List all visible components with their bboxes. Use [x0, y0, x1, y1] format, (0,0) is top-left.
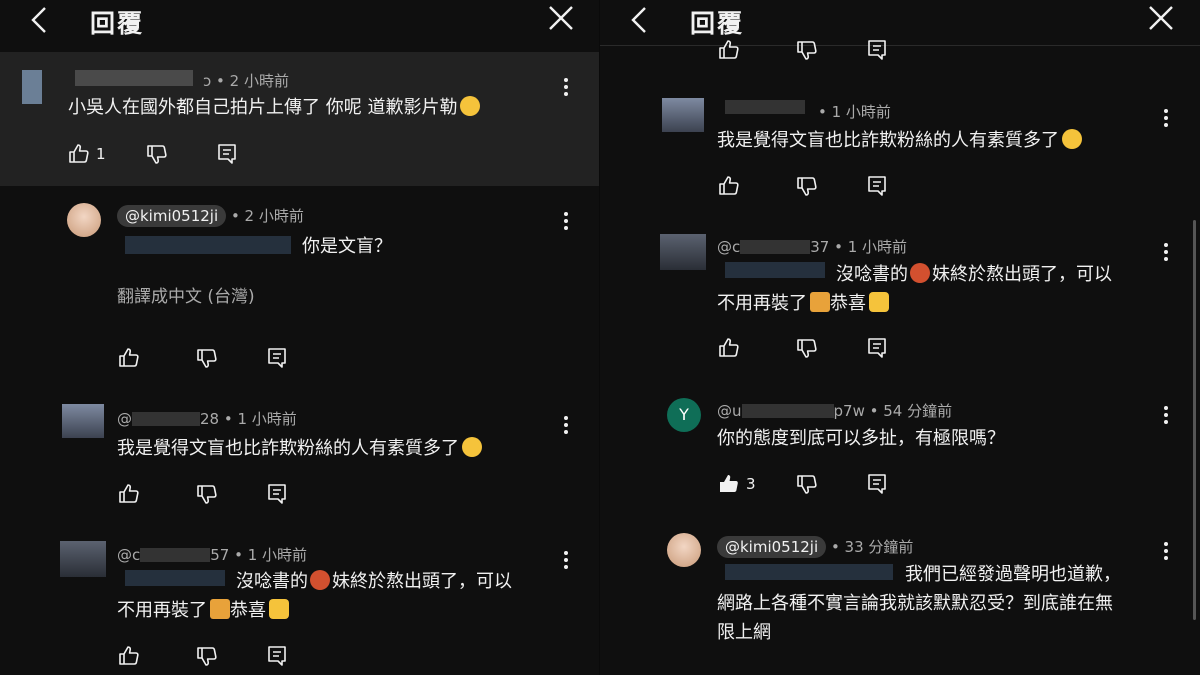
like-icon[interactable] — [117, 644, 141, 668]
comment-meta: @c 37 • 1 小時前 — [717, 238, 908, 256]
right-panel: 回覆 • 1 小時前 我是覺得文盲也比詐欺粉絲的人有素質多了 @c 37 • 1 … — [600, 0, 1200, 675]
more-options-icon[interactable] — [563, 211, 569, 231]
author-handle[interactable]: @kimi0512ji — [117, 205, 227, 227]
scrollbar[interactable] — [1193, 220, 1196, 620]
raising-hands-emoji-icon — [869, 292, 889, 312]
like-filled-icon[interactable] — [717, 472, 741, 496]
more-options-icon[interactable] — [563, 415, 569, 435]
like-icon[interactable] — [717, 336, 741, 360]
close-icon[interactable] — [547, 4, 575, 32]
reply-icon[interactable] — [865, 336, 889, 360]
dislike-icon[interactable] — [795, 174, 819, 198]
comment-text: 你是文盲？ — [302, 236, 392, 257]
comment-text-line3: 限上網 — [717, 622, 771, 643]
avatar — [667, 533, 701, 567]
dislike-icon[interactable] — [145, 142, 169, 166]
like-count: 3 — [746, 475, 756, 493]
header-title: 回覆 — [90, 9, 145, 38]
avatar — [62, 404, 104, 438]
party-popper-emoji-icon — [210, 599, 230, 619]
comment-text-line2: 不用再裝了 恭喜 — [117, 596, 289, 625]
like-icon[interactable] — [717, 38, 741, 62]
reply-icon[interactable] — [265, 482, 289, 506]
like-icon[interactable] — [117, 346, 141, 370]
comment-text-line2: 網路上各種不實言論我就該默默忍受？到底誰在無 — [717, 593, 1113, 614]
redacted-mention — [125, 570, 225, 586]
comment-meta: @kimi0512ji • 2 小時前 — [117, 205, 304, 227]
redacted-mention — [125, 236, 291, 254]
replies-header: 回覆 — [0, 0, 600, 48]
comment-text-line2: 不用再裝了 恭喜 — [717, 289, 889, 318]
left-panel: 回覆 ɔ • 2 小時前 小吳人在國外都自己拍片上傳了 你呢 道歉影片勒 1 @… — [0, 0, 600, 675]
reply-icon[interactable] — [265, 644, 289, 668]
dislike-icon[interactable] — [195, 346, 219, 370]
reply-icon[interactable] — [865, 38, 889, 62]
comment-meta: ɔ • 2 小時前 — [203, 72, 289, 90]
comment-text-line1: 沒唸書的 妹終於熬出頭了，可以 — [236, 570, 512, 592]
shrimp-emoji-icon — [910, 263, 930, 283]
like-icon[interactable] — [717, 174, 741, 198]
shrimp-emoji-icon — [310, 570, 330, 590]
comment-meta: • 1 小時前 — [818, 103, 891, 121]
redacted-mention — [725, 564, 893, 580]
redacted-handle — [75, 70, 193, 86]
dislike-icon[interactable] — [795, 38, 819, 62]
more-options-icon[interactable] — [563, 77, 569, 97]
dislike-icon[interactable] — [195, 644, 219, 668]
like-count: 1 — [96, 145, 106, 163]
shocked-emoji-icon — [462, 437, 482, 457]
close-icon[interactable] — [1147, 4, 1175, 32]
party-popper-emoji-icon — [810, 292, 830, 312]
avatar — [22, 70, 42, 104]
dislike-icon[interactable] — [795, 336, 819, 360]
raising-hands-emoji-icon — [269, 599, 289, 619]
reply-icon[interactable] — [865, 472, 889, 496]
translate-link[interactable]: 翻譯成中文 (台灣) — [117, 282, 255, 307]
laughing-emoji-icon — [460, 96, 481, 116]
comment-text: 我是覺得文盲也比詐欺粉絲的人有素質多了 — [117, 434, 482, 463]
shocked-emoji-icon — [1062, 129, 1082, 149]
more-options-icon[interactable] — [563, 550, 569, 570]
reply-icon[interactable] — [215, 142, 239, 166]
redacted-mention — [725, 262, 825, 278]
avatar — [60, 541, 106, 577]
back-icon[interactable] — [628, 6, 652, 34]
comment-meta: @kimi0512ji • 33 分鐘前 — [717, 536, 913, 558]
header-title: 回覆 — [690, 9, 745, 38]
comment-text-line1: 沒唸書的 妹終於熬出頭了，可以 — [836, 263, 1112, 285]
like-icon[interactable] — [67, 142, 91, 166]
back-icon[interactable] — [28, 6, 52, 34]
reply-icon[interactable] — [865, 174, 889, 198]
redacted-handle — [725, 100, 805, 114]
more-options-icon[interactable] — [1163, 242, 1169, 262]
avatar — [660, 234, 706, 270]
comment-text: 小吳人在國外都自己拍片上傳了 你呢 道歉影片勒 — [68, 93, 481, 122]
comment-meta: @u p7w • 54 分鐘前 — [717, 402, 953, 420]
author-handle[interactable]: @kimi0512ji — [717, 536, 827, 558]
more-options-icon[interactable] — [1163, 541, 1169, 561]
comment-meta: @c 57 • 1 小時前 — [117, 546, 308, 564]
reply-icon[interactable] — [265, 346, 289, 370]
comment-meta: @28 • 1 小時前 — [117, 410, 297, 428]
more-options-icon[interactable] — [1163, 405, 1169, 425]
like-icon[interactable] — [117, 482, 141, 506]
dislike-icon[interactable] — [195, 482, 219, 506]
avatar — [67, 203, 101, 237]
replies-header: 回覆 — [600, 0, 1200, 46]
comment-text-line1: 我們已經發過聲明也道歉， — [905, 564, 1121, 585]
comment-text: 你的態度到底可以多扯，有極限嗎？ — [717, 428, 1005, 449]
comment-text: 我是覺得文盲也比詐欺粉絲的人有素質多了 — [717, 126, 1082, 155]
dislike-icon[interactable] — [795, 472, 819, 496]
avatar — [662, 98, 704, 132]
avatar: Y — [667, 398, 701, 432]
more-options-icon[interactable] — [1163, 108, 1169, 128]
